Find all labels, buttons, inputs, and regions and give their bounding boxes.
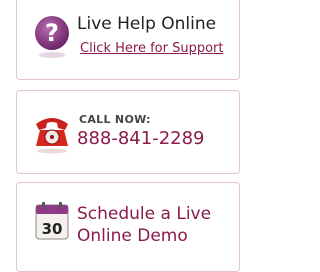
call-now-card[interactable]: CALL NOW: 888-841-2289 bbox=[16, 90, 240, 174]
red-telephone-icon bbox=[32, 110, 72, 154]
schedule-demo-card[interactable]: 30 Schedule a Live Online Demo bbox=[16, 182, 240, 272]
question-mark-icon: ? bbox=[34, 15, 70, 59]
support-link[interactable]: Click Here for Support bbox=[80, 41, 223, 56]
live-help-card[interactable]: ? Live Help Online Click Here for Suppor… bbox=[16, 0, 240, 80]
call-now-label: CALL NOW: bbox=[79, 113, 151, 126]
schedule-demo-link[interactable]: Schedule a Live Online Demo bbox=[77, 203, 237, 247]
svg-text:?: ? bbox=[45, 19, 59, 47]
live-help-title: Live Help Online bbox=[77, 14, 217, 34]
calendar-icon: 30 bbox=[35, 202, 69, 242]
phone-number[interactable]: 888-841-2289 bbox=[77, 128, 205, 149]
calendar-day: 30 bbox=[42, 220, 63, 238]
